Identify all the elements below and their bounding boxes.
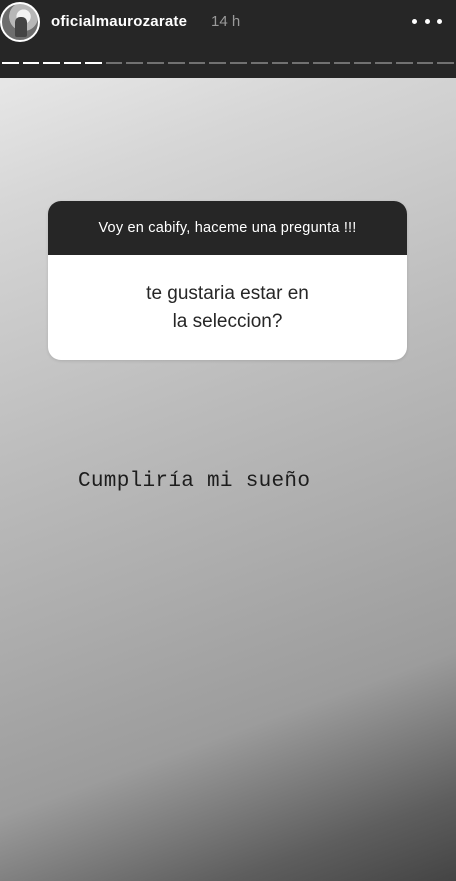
progress-segment bbox=[43, 62, 61, 64]
progress-segment bbox=[292, 62, 310, 64]
progress-segment bbox=[395, 62, 413, 64]
progress-segment bbox=[354, 62, 372, 64]
post-time: 14 h bbox=[211, 13, 241, 30]
progress-segment bbox=[313, 62, 330, 64]
dot bbox=[424, 18, 430, 24]
progress-segment bbox=[250, 62, 268, 64]
dot bbox=[412, 18, 417, 24]
more-options-icon[interactable] bbox=[412, 9, 442, 33]
answer-text: Cumpliría mi sueño bbox=[78, 470, 311, 493]
question-line-1: te gustaria estar en bbox=[146, 282, 309, 304]
username[interactable]: oficialmaurozarate bbox=[51, 13, 187, 30]
progress-segment bbox=[188, 62, 206, 64]
progress-segment bbox=[105, 62, 123, 64]
progress-segment bbox=[2, 62, 19, 64]
avatar[interactable] bbox=[0, 2, 40, 42]
progress-segment bbox=[126, 62, 144, 64]
progress-segment bbox=[230, 62, 247, 64]
progress-segment bbox=[167, 62, 185, 64]
progress-segment bbox=[333, 62, 351, 64]
question-line-2: la seleccion? bbox=[172, 310, 283, 332]
progress-segment bbox=[416, 62, 434, 64]
progress-segment bbox=[271, 62, 289, 64]
progress-segment bbox=[437, 62, 455, 64]
progress-segment bbox=[22, 62, 40, 64]
progress-segment bbox=[375, 62, 392, 64]
story-progress-bar bbox=[2, 62, 455, 64]
dot bbox=[437, 18, 442, 24]
story-viewer[interactable]: oficialmaurozarate 14 h Voy en cabify, h… bbox=[0, 0, 456, 881]
progress-segment bbox=[64, 62, 81, 64]
progress-segment bbox=[84, 62, 102, 64]
question-text: te gustaria estar en la seleccion? bbox=[48, 255, 407, 360]
story-header: oficialmaurozarate 14 h bbox=[0, 0, 456, 78]
question-prompt: Voy en cabify, haceme una pregunta !!! bbox=[48, 201, 407, 255]
avatar-figure bbox=[15, 17, 27, 37]
progress-segment bbox=[209, 62, 227, 64]
progress-segment bbox=[147, 62, 164, 64]
question-sticker[interactable]: Voy en cabify, haceme una pregunta !!! t… bbox=[48, 201, 407, 360]
